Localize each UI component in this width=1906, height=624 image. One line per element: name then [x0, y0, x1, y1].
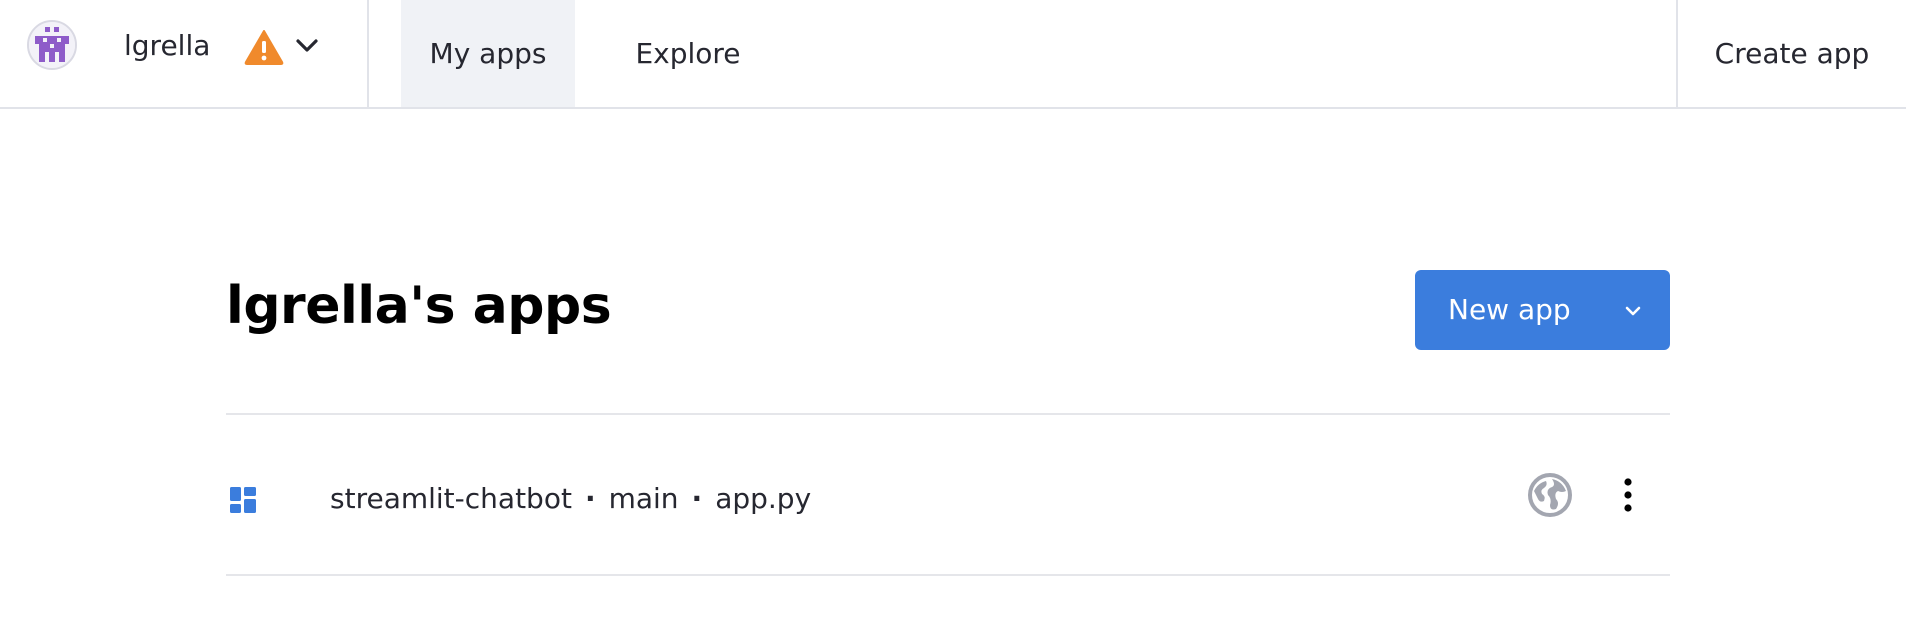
- app-dashboard-icon: [229, 486, 257, 514]
- path-separator: ·: [584, 482, 596, 515]
- user-avatar[interactable]: [27, 20, 77, 70]
- app-repo-name: streamlit-chatbot: [330, 482, 572, 515]
- username-label[interactable]: lgrella: [124, 28, 210, 64]
- page-title: lgrella's apps: [226, 276, 612, 336]
- new-app-button-label: New app: [1448, 293, 1571, 326]
- top-navigation-bar: lgrella My apps Explore Create app: [0, 0, 1906, 109]
- path-separator: ·: [691, 482, 703, 515]
- tab-my-apps[interactable]: My apps: [401, 0, 575, 107]
- app-file-name: app.py: [715, 482, 812, 515]
- public-globe-icon[interactable]: [1528, 473, 1572, 517]
- new-app-button[interactable]: New app: [1415, 270, 1670, 350]
- app-branch-name: main: [608, 482, 679, 515]
- app-list-item[interactable]: streamlit-chatbot · main · app.py: [226, 415, 1670, 574]
- list-divider: [226, 574, 1670, 576]
- warning-icon[interactable]: [244, 29, 284, 65]
- new-app-chevron-down-icon[interactable]: [1622, 300, 1644, 322]
- account-menu-chevron-down-icon[interactable]: [294, 34, 320, 56]
- avatar-image: [29, 22, 75, 68]
- create-app-button[interactable]: Create app: [1678, 0, 1906, 107]
- app-path[interactable]: streamlit-chatbot · main · app.py: [330, 479, 811, 519]
- tab-explore[interactable]: Explore: [608, 0, 768, 107]
- app-more-options-kebab-icon[interactable]: [1616, 475, 1640, 515]
- nav-divider: [367, 0, 369, 109]
